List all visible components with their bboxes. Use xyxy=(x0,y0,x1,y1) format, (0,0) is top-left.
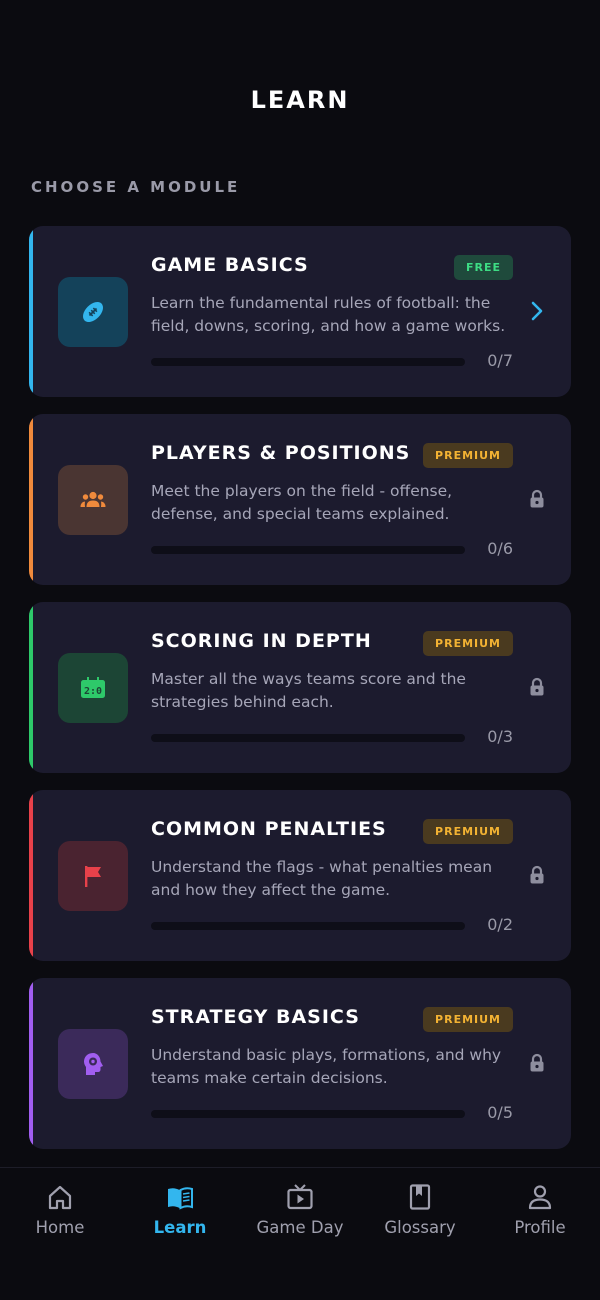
card-accent-bar xyxy=(29,226,33,397)
progress-count: 0/6 xyxy=(487,539,513,558)
progress-bar xyxy=(151,546,465,554)
module-description: Understand the flags - what penalties me… xyxy=(151,858,493,899)
group-icon xyxy=(80,491,106,507)
free-badge: FREE xyxy=(453,255,513,280)
tab-label: Glossary xyxy=(384,1218,456,1237)
flag-icon xyxy=(85,866,101,887)
module-list: GAME BASICS FREE Learn the fundamental r… xyxy=(29,226,571,1166)
module-card-scoring-in-depth[interactable]: 2:0 SCORING IN DEPTH PREMIUM Master all … xyxy=(29,602,571,773)
card-accent-bar xyxy=(29,414,33,585)
lock-icon xyxy=(527,863,547,887)
chevron-right-icon[interactable] xyxy=(527,299,547,323)
section-label: CHOOSE A MODULE xyxy=(31,178,241,196)
tv-play-icon xyxy=(287,1184,313,1210)
tab-profile[interactable]: Profile xyxy=(480,1182,600,1237)
bookmark-book-icon xyxy=(409,1184,431,1210)
lock-icon xyxy=(527,487,547,511)
module-title: STRATEGY BASICS xyxy=(151,1006,360,1028)
card-accent-bar xyxy=(29,978,33,1149)
module-title: SCORING IN DEPTH xyxy=(151,630,372,652)
lock-icon xyxy=(527,675,547,699)
strategy-head-icon xyxy=(84,1053,103,1075)
module-card-game-basics[interactable]: GAME BASICS FREE Learn the fundamental r… xyxy=(29,226,571,397)
progress-count: 0/5 xyxy=(487,1103,513,1122)
tab-glossary[interactable]: Glossary xyxy=(360,1182,480,1237)
person-icon xyxy=(528,1185,552,1210)
module-icon-box: 2:0 xyxy=(58,653,128,723)
premium-badge: PREMIUM xyxy=(423,443,513,468)
module-description: Master all the ways teams score and the … xyxy=(151,670,466,711)
premium-badge: PREMIUM xyxy=(423,631,513,656)
module-icon-box xyxy=(58,465,128,535)
tab-label: Home xyxy=(35,1218,85,1237)
module-card-strategy-basics[interactable]: STRATEGY BASICS PREMIUM Understand basic… xyxy=(29,978,571,1149)
module-icon-box xyxy=(58,1029,128,1099)
progress-bar xyxy=(151,358,465,366)
progress-bar xyxy=(151,922,465,930)
football-icon xyxy=(82,301,104,323)
premium-badge: PREMIUM xyxy=(423,1007,513,1032)
card-accent-bar xyxy=(29,602,33,773)
module-card-players-positions[interactable]: PLAYERS & POSITIONS PREMIUM Meet the pla… xyxy=(29,414,571,585)
module-card-common-penalties[interactable]: COMMON PENALTIES PREMIUM Understand the … xyxy=(29,790,571,961)
tab-learn[interactable]: Learn xyxy=(120,1182,240,1237)
progress-count: 0/3 xyxy=(487,727,513,746)
progress-count: 0/7 xyxy=(487,351,513,370)
bottom-nav: Home Learn Game Day Glossary Profile xyxy=(0,1167,600,1300)
module-description: Meet the players on the field - offense,… xyxy=(151,482,453,523)
book-icon xyxy=(168,1187,193,1210)
module-icon-box xyxy=(58,277,128,347)
module-icon-box xyxy=(58,841,128,911)
scoreboard-icon: 2:0 xyxy=(81,677,105,698)
module-description: Learn the fundamental rules of football:… xyxy=(151,294,506,335)
module-title: GAME BASICS xyxy=(151,254,309,276)
progress-count: 0/2 xyxy=(487,915,513,934)
tab-game-day[interactable]: Game Day xyxy=(240,1182,360,1237)
module-description: Understand basic plays, formations, and … xyxy=(151,1046,502,1087)
tab-home[interactable]: Home xyxy=(0,1182,120,1237)
tab-label: Game Day xyxy=(256,1218,344,1237)
card-accent-bar xyxy=(29,790,33,961)
module-title: COMMON PENALTIES xyxy=(151,818,387,840)
lock-icon xyxy=(527,1051,547,1075)
page-title: LEARN xyxy=(250,86,350,114)
tab-label: Learn xyxy=(153,1218,207,1237)
svg-text:2:0: 2:0 xyxy=(84,686,102,697)
progress-bar xyxy=(151,1110,465,1118)
module-title: PLAYERS & POSITIONS xyxy=(151,442,411,464)
progress-bar xyxy=(151,734,465,742)
premium-badge: PREMIUM xyxy=(423,819,513,844)
tab-label: Profile xyxy=(514,1218,566,1237)
home-icon xyxy=(48,1185,72,1210)
